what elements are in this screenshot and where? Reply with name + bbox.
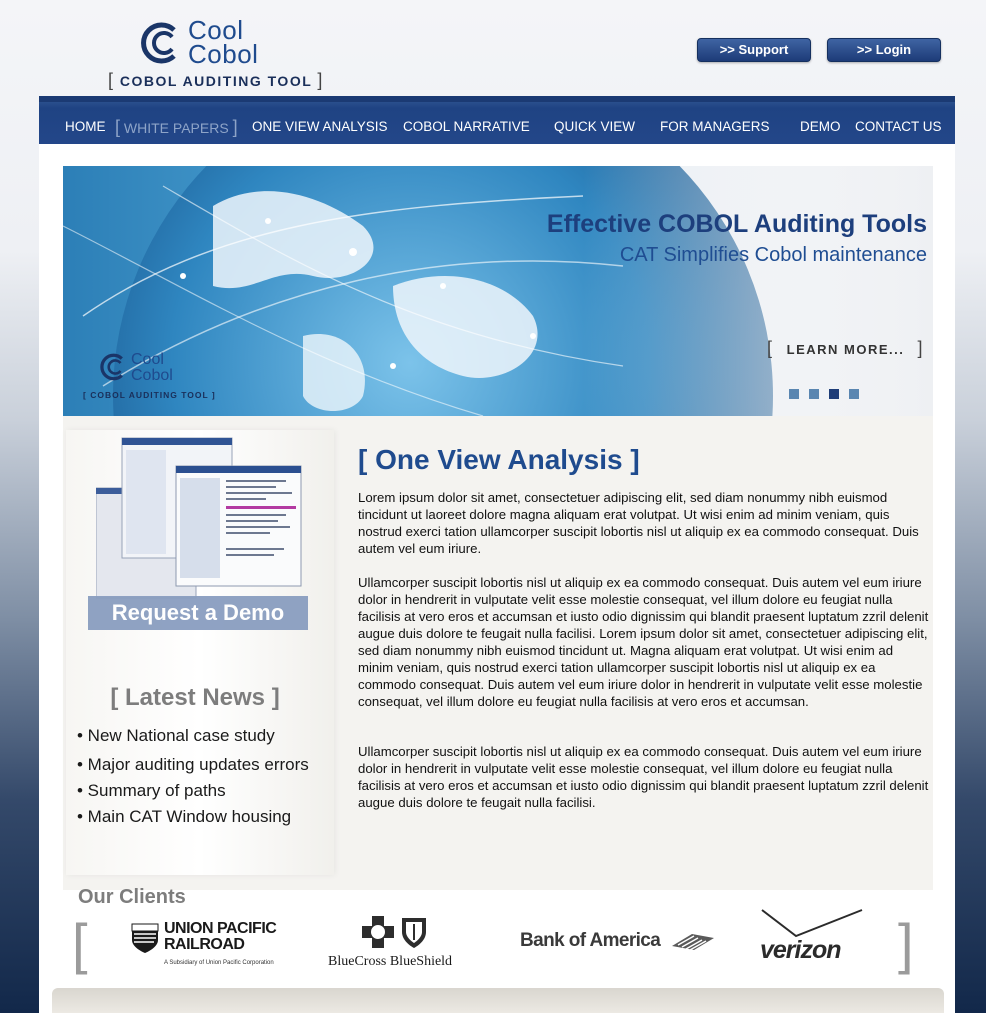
nav-white-papers-label: WHITE PAPERS xyxy=(123,120,229,136)
bracket-left: [ xyxy=(115,117,121,137)
logo-line2: Cobol xyxy=(188,39,259,69)
slide-indicators xyxy=(789,386,869,404)
bluecross-name: BlueCross BlueShield xyxy=(328,954,453,969)
nav-home[interactable]: HOME xyxy=(65,119,106,134)
hero-subtitle: CAT Simplifies Cobol maintenance xyxy=(619,244,927,266)
hero-logo: Cool Cobol [ COBOL AUDITING TOOL ] xyxy=(83,352,233,412)
nav-for-managers[interactable]: FOR MANAGERS xyxy=(660,119,770,134)
support-button[interactable]: >> Support xyxy=(697,38,811,62)
footer-bar xyxy=(52,988,944,1013)
nav-quick-view[interactable]: QUICK VIEW xyxy=(554,119,635,134)
news-item[interactable]: • Major auditing updates errors xyxy=(77,755,309,781)
nav-demo[interactable]: DEMO xyxy=(800,119,841,134)
verizon-name: verizon xyxy=(760,936,842,964)
bracket-right: ] xyxy=(898,912,914,975)
news-item[interactable]: • Main CAT Window housing xyxy=(77,807,309,833)
bracket-right: ] xyxy=(917,338,925,358)
news-item[interactable]: • New National case study xyxy=(77,726,309,752)
hero-logo-tagline-text: COBOL AUDITING TOOL xyxy=(90,390,209,400)
bracket-left: [ xyxy=(72,912,88,975)
union-pacific-line2: RAILROAD xyxy=(164,936,245,953)
site-logo[interactable]: Cool Cobol [ COBOL AUDITING TOOL ] xyxy=(106,16,323,94)
client-logo-bank-of-america[interactable]: Bank of America xyxy=(520,928,720,958)
nav-white-papers[interactable]: [ WHITE PAPERS ] xyxy=(115,117,238,138)
bank-of-america-flag-icon xyxy=(672,934,714,951)
logo-tagline: [ COBOL AUDITING TOOL ] xyxy=(108,70,324,91)
body-paragraph: Ullamcorper suscipit lobortis nisl ut al… xyxy=(358,575,929,709)
slide-dot-1[interactable] xyxy=(789,389,799,399)
latest-news-title: [ Latest News ] xyxy=(110,684,280,711)
slide-dot-2[interactable] xyxy=(809,389,819,399)
boa-name: Bank of America xyxy=(520,930,661,951)
union-pacific-line1: UNION PACIFIC xyxy=(164,920,277,937)
cool-cobol-logo-icon xyxy=(100,353,123,381)
bracket-right: ] xyxy=(232,117,238,137)
verizon-check-icon xyxy=(761,909,863,938)
bracket-left: [ xyxy=(767,338,774,358)
news-item[interactable]: • Summary of paths xyxy=(77,781,309,807)
clients-title: Our Clients xyxy=(78,886,186,908)
hero-banner: Effective COBOL Auditing Tools CAT Simpl… xyxy=(63,166,933,416)
union-pacific-shield-icon xyxy=(131,923,159,953)
bracket-right: ] xyxy=(317,70,324,90)
logo-wordmark: Cool Cobol xyxy=(188,17,259,69)
client-logo-verizon[interactable]: verizon xyxy=(756,906,866,968)
software-screenshots-image xyxy=(96,437,302,599)
news-list: • New National case study • Major auditi… xyxy=(77,726,309,833)
body-paragraph: Ullamcorper suscipit lobortis nisl ut al… xyxy=(358,744,929,810)
slide-dot-4[interactable] xyxy=(849,389,859,399)
hero-logo-tagline: [ COBOL AUDITING TOOL ] xyxy=(83,390,216,400)
learn-more-label: LEARN MORE... xyxy=(786,342,905,357)
bracket-left: [ xyxy=(108,70,115,90)
page-title: [ One View Analysis ] xyxy=(358,444,640,475)
nav-cobol-narrative[interactable]: COBOL NARRATIVE xyxy=(403,119,530,134)
nav-contact-us[interactable]: CONTACT US xyxy=(855,119,942,134)
request-demo-button[interactable]: Request a Demo xyxy=(88,596,308,630)
logo-tagline-text: COBOL AUDITING TOOL xyxy=(119,73,313,89)
cool-cobol-logo-icon xyxy=(141,22,176,64)
learn-more-link[interactable]: [ LEARN MORE... ] xyxy=(767,338,924,359)
union-pacific-subtitle: A Subsidiary of Union Pacific Corporatio… xyxy=(164,960,274,966)
bluecross-blueshield-icon xyxy=(362,916,426,948)
client-logo-union-pacific[interactable]: UNION PACIFIC RAILROAD A Subsidiary of U… xyxy=(130,920,290,970)
hero-title: Effective COBOL Auditing Tools xyxy=(546,210,927,238)
body-paragraph: Lorem ipsum dolor sit amet, consectetuer… xyxy=(358,490,919,556)
client-logo-bluecross[interactable]: BlueCross BlueShield xyxy=(328,914,478,972)
hero-logo-line2: Cobol xyxy=(131,367,173,384)
login-button[interactable]: >> Login xyxy=(827,38,941,62)
nav-one-view-analysis[interactable]: ONE VIEW ANALYSIS xyxy=(252,119,388,134)
hero-logo-wordmark: Cool Cobol xyxy=(131,352,173,384)
main-nav: HOME [ WHITE PAPERS ] ONE VIEW ANALYSIS … xyxy=(39,96,955,144)
hero-logo-line1: Cool xyxy=(131,351,164,368)
slide-dot-3[interactable] xyxy=(829,389,839,399)
